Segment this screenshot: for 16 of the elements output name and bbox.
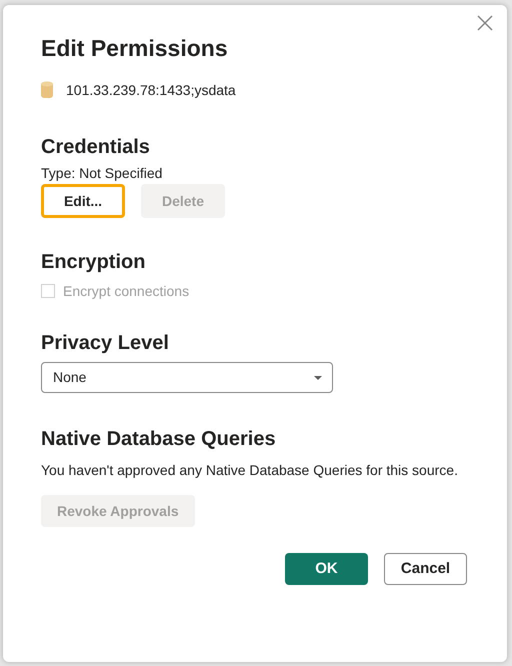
caret-icon: [314, 376, 322, 380]
ok-button[interactable]: OK: [285, 553, 368, 585]
privacy-dropdown[interactable]: None: [41, 362, 333, 393]
source-name: 101.33.239.78:1433;ysdata: [66, 81, 236, 100]
checkbox-label: Encrypt connections: [63, 282, 190, 301]
section-heading: Credentials: [41, 135, 151, 160]
section-heading: Native Database Queries: [41, 427, 277, 452]
credential-type: Type: Not Specified: [41, 164, 164, 182]
close-icon[interactable]: [477, 15, 493, 31]
database-icon: [41, 81, 53, 99]
info-text: You haven't approved any Native Database Queries for this source.: [41, 461, 459, 480]
edit-button[interactable]: Edit...: [41, 184, 125, 218]
section-heading: Encryption: [41, 250, 146, 275]
section-heading: Privacy Level: [41, 331, 170, 356]
dialog-title: Edit Permissions: [41, 34, 229, 63]
cancel-button[interactable]: Cancel: [384, 553, 467, 585]
